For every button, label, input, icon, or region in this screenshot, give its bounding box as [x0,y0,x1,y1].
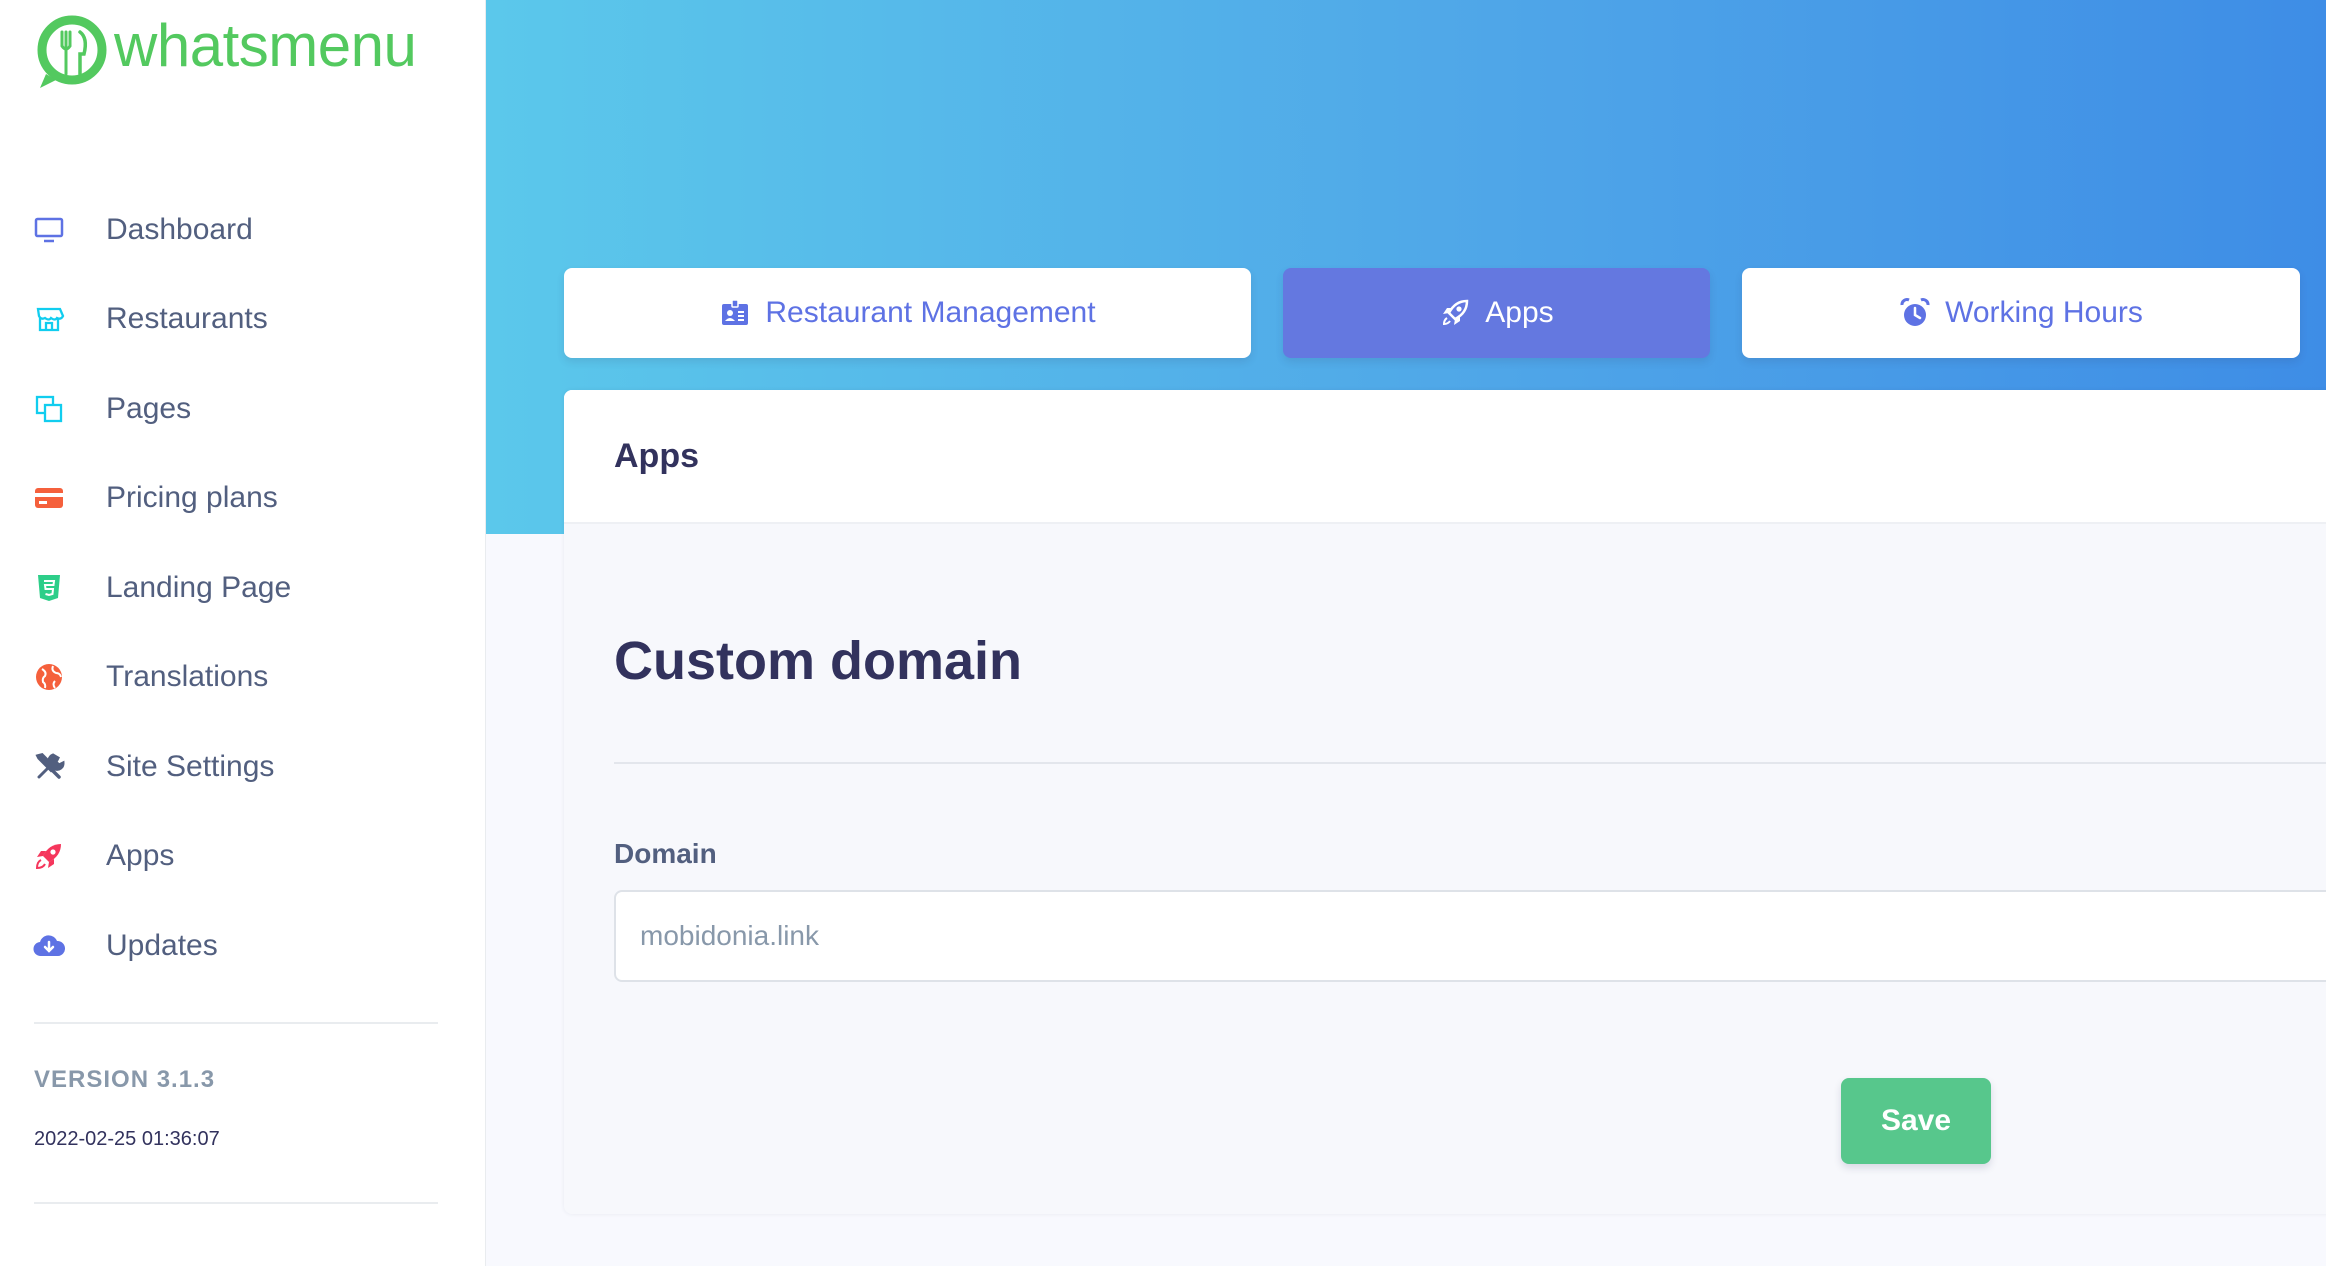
sidebar-item-site-settings[interactable]: Site Settings [0,722,486,812]
sidebar-item-label: Pages [106,391,192,425]
sidebar-item-label: Landing Page [106,570,292,604]
domain-label: Domain [614,838,717,869]
rocket-icon [1443,299,1469,326]
version-label: VERSION 3.1.3 [34,1066,216,1093]
sidebar-item-label: Site Settings [106,749,275,783]
sidebar-item-translations[interactable]: Translations [0,633,486,723]
pages-icon [32,392,66,426]
sidebar-item-label: Pricing plans [106,481,278,515]
apps-card: Apps Custom domain Domain Save [564,390,2326,1214]
sidebar-item-landing-page[interactable]: Landing Page [0,543,486,633]
save-button[interactable]: Save [1841,1078,1991,1164]
tools-icon [32,750,66,784]
brand-name: whatsmenu [114,11,417,79]
sidebar-nav: Dashboard Restaurants Pages Pricing plan… [0,185,486,991]
sidebar-item-pages[interactable]: Pages [0,364,486,454]
sidebar-item-label: Apps [106,839,175,873]
sidebar-item-label: Restaurants [106,302,268,336]
rocket-icon [32,839,66,873]
brand-logo[interactable]: whatsmenu [32,11,417,92]
sidebar: whatsmenu Dashboard Restaurants Pages Pr… [0,0,486,1266]
section-divider [614,762,2326,764]
id-badge-icon [722,299,749,325]
sidebar-item-apps[interactable]: Apps [0,812,486,902]
sidebar-item-label: Updates [106,928,218,962]
globe-icon [32,660,66,694]
tab-apps[interactable]: Apps [1283,268,1710,358]
sidebar-item-updates[interactable]: Updates [0,901,486,991]
html5-icon [32,571,66,605]
cloud-download-icon [32,929,66,963]
sidebar-item-label: Translations [106,660,269,694]
version-timestamp: 2022-02-25 01:36:07 [34,1128,220,1150]
shop-icon [32,302,66,336]
tab-restaurant-management[interactable]: Restaurant Management [564,268,1251,358]
tab-label: Restaurant Management [765,296,1096,329]
domain-input[interactable] [614,890,2326,982]
tab-working-hours[interactable]: Working Hours [1742,268,2300,358]
credit-card-icon [32,481,66,515]
tab-label: Working Hours [1945,296,2143,329]
section-title: Custom domain [614,631,1023,691]
card-title: Apps [614,436,699,475]
sidebar-item-dashboard[interactable]: Dashboard [0,185,486,275]
sidebar-item-pricing-plans[interactable]: Pricing plans [0,454,486,544]
logo-mark-icon [37,15,107,88]
sidebar-item-label: Dashboard [106,212,253,246]
sidebar-divider [34,1202,438,1204]
card-header: Apps [564,390,2326,524]
alarm-clock-icon [1900,298,1930,326]
sidebar-item-restaurants[interactable]: Restaurants [0,275,486,365]
tab-label: Apps [1485,296,1554,329]
sidebar-divider [34,1022,438,1024]
monitor-icon [32,213,66,247]
